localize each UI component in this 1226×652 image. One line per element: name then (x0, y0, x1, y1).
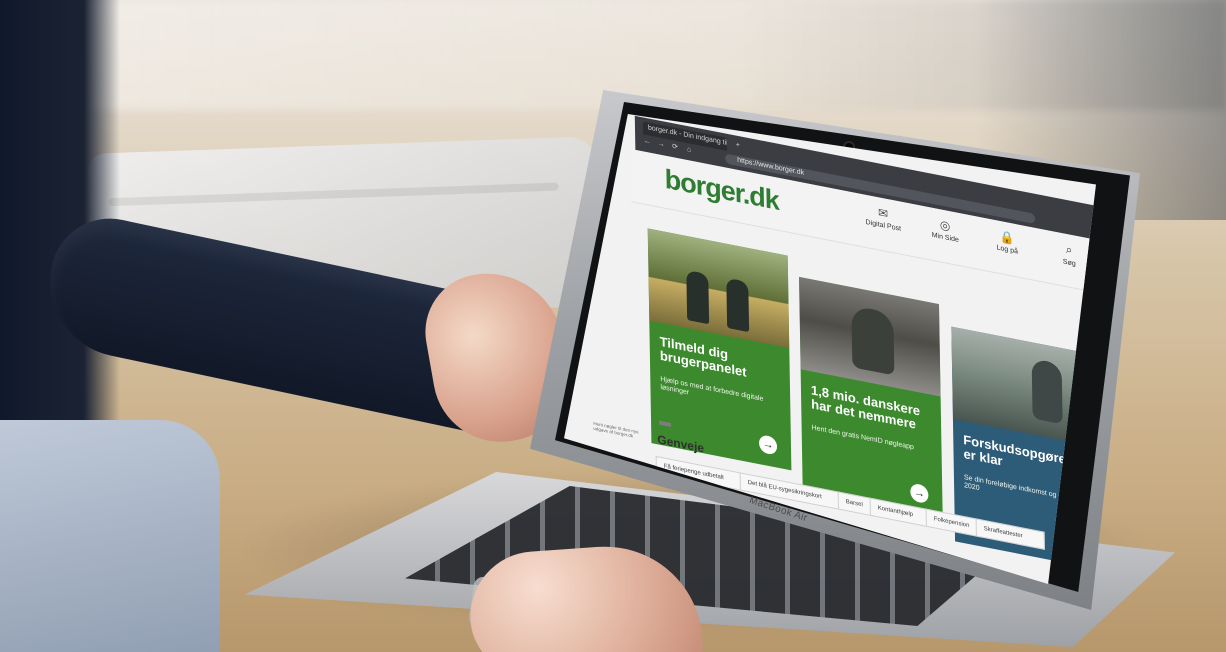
status-text: Hent nøgler til den nye udgave af borger… (593, 420, 639, 439)
home-icon[interactable]: ⌂ (685, 146, 693, 156)
arrow-right-icon[interactable]: → (758, 434, 778, 456)
nav-min-side[interactable]: ◎ Min Side (912, 212, 978, 263)
back-icon[interactable]: ← (643, 137, 651, 147)
forward-icon[interactable]: → (657, 140, 665, 150)
card-photo (799, 276, 941, 397)
nav-digital-post[interactable]: ✉ Digital Post (850, 200, 916, 251)
nav-label: Søg (1062, 258, 1076, 268)
reload-icon[interactable]: ⟳ (671, 143, 679, 153)
card-photo (647, 228, 790, 348)
photo-scene: MacBook Air borger.dk - Din indgang til … (0, 0, 1226, 652)
new-tab-button[interactable]: + (733, 140, 743, 152)
nav-log-pa[interactable]: 🔒 Log på (974, 224, 1040, 275)
promo-card-nemid[interactable]: 1,8 mio. danskere har det nemmere Hent d… (799, 276, 943, 519)
arrow-right-icon[interactable]: → (910, 482, 929, 505)
shirt-front (0, 420, 220, 652)
card-subtitle: Hjælp os med at forbedre digitale løsnin… (660, 375, 764, 403)
